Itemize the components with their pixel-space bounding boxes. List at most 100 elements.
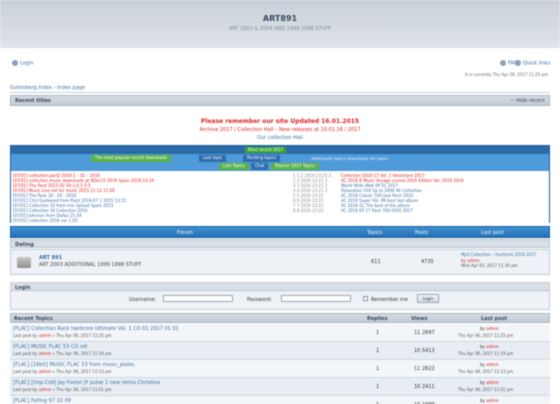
login-box-title: Login <box>15 285 31 291</box>
topic-replies: 1 <box>376 330 380 336</box>
last-author-name[interactable]: admin <box>486 380 499 385</box>
col-last-post: Last post <box>481 230 504 236</box>
topic-row[interactable]: [FLAC] Falling 97 10 09Last post by admi… <box>10 396 550 404</box>
breadcrumb[interactable]: Gutenberg.Index › Index page <box>10 85 85 91</box>
divider <box>10 92 550 93</box>
recent-right-item[interactable]: AC 2016 EP 17 Pack 700 0305 2017 <box>341 208 413 213</box>
widget-header: Most recent 2017 <box>11 146 549 154</box>
last-post-title[interactable]: Mp3 Collection – Hardcore 2016-2017 <box>461 252 536 258</box>
topic-last-author[interactable]: by admin <box>480 380 499 385</box>
topic-date: » Thu Apr 06, 2017 11:19 pm <box>51 351 112 356</box>
topic-last-author[interactable]: by admin <box>480 398 499 403</box>
help-icon <box>500 60 506 66</box>
announcement-link[interactable]: Our collection Hall <box>0 135 560 141</box>
byline-prefix: Last post by <box>13 333 39 338</box>
tab-pending[interactable]: Pending topics <box>243 155 281 162</box>
last-author-name[interactable]: admin <box>486 344 499 349</box>
forum-topics-count: 611 <box>371 259 381 265</box>
topic-date: » Thu Apr 06, 2017 11:01 pm <box>51 387 112 392</box>
login-button[interactable]: Login <box>417 294 439 303</box>
tab-chat[interactable]: Chat <box>251 163 269 170</box>
forum-row[interactable]: ART 891 ART 2003 ADDITIONAL 1999 1998 ST… <box>10 249 550 275</box>
forum-posts-count: 4735 <box>421 259 434 265</box>
col-recent-topics: Recent Topics <box>14 316 53 322</box>
recent-title: Recent titles <box>15 98 51 104</box>
login-box-header: Login <box>11 283 549 291</box>
last-author-name[interactable]: admin <box>486 362 499 367</box>
topic-author[interactable]: admin <box>39 387 52 392</box>
topic-author[interactable]: admin <box>39 333 52 338</box>
tab-last-topic[interactable]: Last topic <box>199 155 227 162</box>
site-header: ART891 ART 2003 & 2004 AND 1999 1998 STU… <box>0 0 560 48</box>
topic-last-date: Thu Apr 06, 2017 11:19 pm <box>458 351 514 356</box>
topic-row[interactable]: [FLAC] MUSIC FLAC 53 CD set Last post by … <box>10 342 550 360</box>
topic-byline: Last post by admin » Thu Apr 06, 2017 11… <box>13 369 112 374</box>
remember-label: Remember me <box>371 297 408 303</box>
topic-title[interactable]: [FLAC] Falling 97 10 09 <box>13 398 71 404</box>
username-input[interactable] <box>163 295 233 302</box>
topic-title[interactable]: [FLAC] [Unp-Coll] Jay Foster JY pulse 1 … <box>13 380 160 386</box>
topic-title[interactable]: [FLAC] MUSIC FLAC 53 CD set <box>13 344 88 350</box>
password-input[interactable] <box>281 295 351 302</box>
topic-row[interactable]: [FLAC] [Unp-Coll] Jay Foster JY pulse 1 … <box>10 378 550 396</box>
login-icon <box>12 60 18 66</box>
quick-links[interactable]: Quick links <box>515 60 550 67</box>
forum-last-post[interactable]: Mp3 Collection – Hardcore 2016-2017 by a… <box>461 252 536 269</box>
byline-prefix: Last post by <box>13 369 39 374</box>
topic-last-date: Thu Apr 06, 2017 11:13 pm <box>458 369 514 374</box>
forum-name[interactable]: ART 891 <box>39 255 62 261</box>
col-topic-last-post: Last post <box>481 316 508 322</box>
recent-toggle-button[interactable]: − Hide recent <box>510 98 545 104</box>
forum-folder-icon <box>17 257 31 268</box>
topics-header: Recent Topics Replies Views Last post <box>10 313 550 323</box>
topic-author[interactable]: admin <box>39 351 52 356</box>
tab-last-topics[interactable]: Last Topics <box>219 163 249 170</box>
topic-replies: 1 <box>376 366 380 372</box>
col-topics: Topics <box>367 230 383 236</box>
tab-popular-2017[interactable]: Popular 2017 Topics <box>271 163 319 170</box>
topic-byline: Last post by admin » Thu Apr 06, 2017 11… <box>13 387 112 392</box>
last-author-name[interactable]: admin <box>486 326 499 331</box>
tab-popular[interactable]: The most popular recent downloads <box>91 155 171 162</box>
username-label: Username: <box>129 297 157 303</box>
topic-views: 10 5413 <box>414 348 435 354</box>
widget-tab-recent[interactable]: Most recent 2017 <box>245 147 287 153</box>
topic-date: » Thu Apr 06, 2017 11:25 pm <box>51 333 112 338</box>
category-title: Dating <box>15 242 34 248</box>
login-link[interactable]: Login <box>12 60 34 67</box>
recent-left-item[interactable]: [07/01] collection 2016 ver 1.05 <box>13 218 77 223</box>
topic-title[interactable]: [FLAC] [16bit] MUSIC FLAC 53 from music_… <box>13 362 134 368</box>
topic-replies: 1 <box>376 384 380 390</box>
recent-mid-item[interactable]: 8 8 2016 23:21 <box>293 208 324 213</box>
topic-last-author[interactable]: by admin <box>480 362 499 367</box>
topic-views: 11 2822 <box>414 366 435 372</box>
topic-last-date: Thu Apr 06, 2017 11:01 pm <box>458 387 514 392</box>
forum-table-header: Forum Topics Posts Last post <box>10 226 550 238</box>
last-post-date: Wed Apr 05, 2017 11:30 pm <box>461 263 518 268</box>
menu-icon <box>515 60 521 66</box>
category-row[interactable]: Dating <box>10 239 550 248</box>
password-label: Password: <box>247 297 273 303</box>
topic-byline: Last post by admin » Thu Apr 06, 2017 11… <box>13 351 112 356</box>
login-box: Login Username: Password: Remember me Lo… <box>10 282 550 310</box>
last-author-name[interactable]: admin <box>486 398 499 403</box>
topic-title[interactable]: [FLAC] Collection Rack hardcore Ultimate… <box>13 326 179 332</box>
byline-prefix: Last post by <box>13 351 39 356</box>
topic-row[interactable]: [FLAC] Collection Rack hardcore Ultimate… <box>10 324 550 342</box>
col-forum: Forum <box>177 230 193 236</box>
forum-description: ART 2003 ADDITIONAL 1999 1998 STUFF <box>39 262 142 268</box>
recent-topics-widget: Most recent 2017 The most popular recent… <box>10 145 550 223</box>
topic-last-author[interactable]: by admin <box>480 344 499 349</box>
announcement-headline: Please remember our site Updated 16.01.2… <box>200 118 360 125</box>
widget-tab-row-2: Last Topics Chat Popular 2017 Topics <box>11 162 549 171</box>
topic-last-author[interactable]: by admin <box>480 326 499 331</box>
col-views: Views <box>411 316 428 322</box>
announcement-subline: Archive 2017 / Collection Hall – New rel… <box>199 127 361 133</box>
remember-checkbox[interactable] <box>363 296 368 301</box>
topic-author[interactable]: admin <box>39 369 52 374</box>
site-title: ART891 <box>262 14 298 23</box>
byline-prefix: Last post by <box>13 387 39 392</box>
topic-last-date: Thu Apr 06, 2017 11:25 pm <box>458 333 514 338</box>
topic-row[interactable]: [FLAC] [16bit] MUSIC FLAC 53 from music_… <box>10 360 550 378</box>
topic-views: 10 2411 <box>414 384 435 390</box>
